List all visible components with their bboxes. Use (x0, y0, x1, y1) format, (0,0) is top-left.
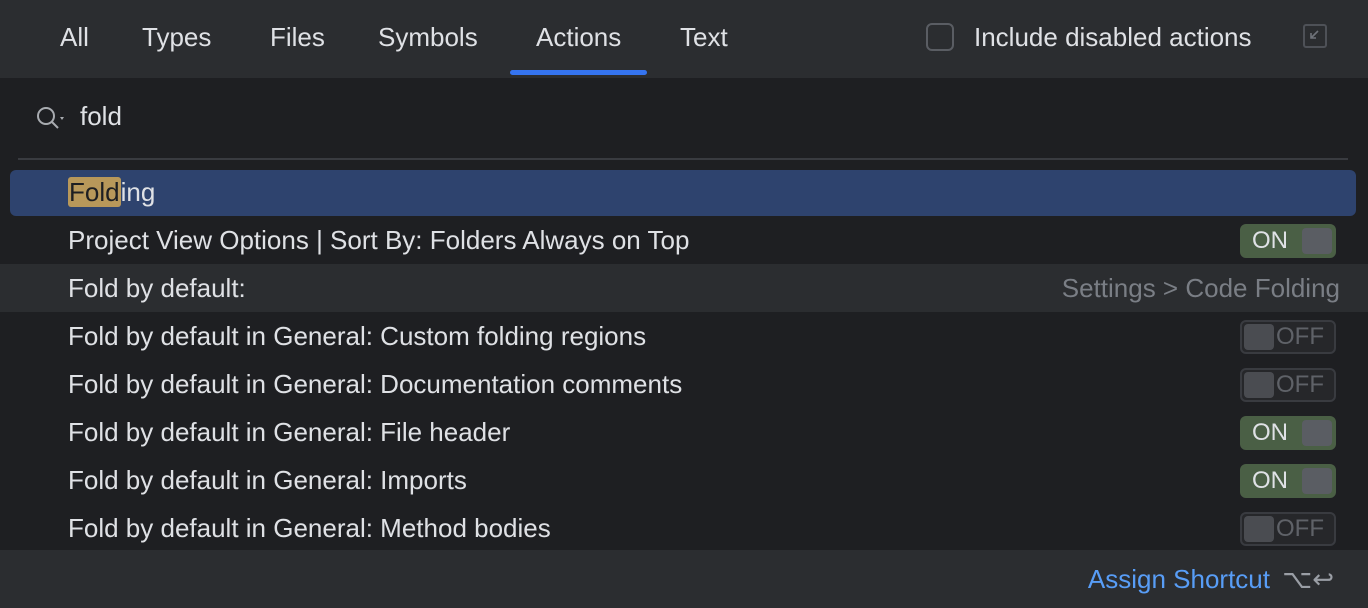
toggle-state: OFF (1276, 323, 1324, 350)
result-row[interactable]: Fold by default in General: Documentatio… (0, 360, 1368, 408)
result-row[interactable]: Fold by default in General: Method bodie… (0, 504, 1368, 552)
toggle-state: ON (1252, 227, 1288, 254)
search-dropdown-icon[interactable] (34, 104, 70, 134)
result-label: Fold by default in General: Method bodie… (68, 513, 551, 543)
result-label: Fold by default: (68, 273, 246, 303)
footer-bar: Assign Shortcut ⌥↩ (0, 550, 1368, 604)
toggle-state: OFF (1276, 515, 1324, 542)
shortcut-hint: ⌥↩ (1282, 564, 1334, 594)
result-label: Fold by default in General: File header (68, 417, 511, 447)
result-row-folding[interactable]: Folding (0, 168, 1368, 216)
include-disabled-label: Include disabled actions (974, 21, 1252, 52)
toggle-switch[interactable]: OFF (1240, 368, 1336, 402)
toggle-state: OFF (1276, 371, 1324, 398)
selection-highlight (10, 170, 1356, 216)
toggle-knob (1244, 516, 1274, 542)
expand-window-icon-glyph (1310, 30, 1319, 39)
search-bar (0, 78, 1368, 158)
tab-actions[interactable]: Actions (509, 0, 648, 78)
tab-files[interactable]: Files (270, 0, 325, 78)
tab-bar: All Types Files Symbols Actions Text Inc… (0, 0, 1368, 78)
toggle-switch[interactable]: ON (1240, 416, 1336, 450)
tab-symbols[interactable]: Symbols (378, 0, 478, 78)
result-label: Folding (68, 168, 155, 216)
match-highlight: Fold (68, 177, 121, 207)
toggle-switch[interactable]: ON (1240, 224, 1336, 258)
result-row[interactable]: Fold by default in General: Custom foldi… (0, 312, 1368, 360)
toggle-switch[interactable]: OFF (1240, 512, 1336, 546)
result-label: Project View Options | Sort By: Folders … (68, 225, 690, 255)
search-input[interactable] (80, 96, 1280, 136)
result-row[interactable]: Fold by default in General: File header … (0, 408, 1368, 456)
toggle-knob (1302, 228, 1332, 254)
expand-window-icon[interactable] (1303, 24, 1327, 48)
result-row[interactable]: Fold by default in General: Imports ON (0, 456, 1368, 504)
result-location-hint: Settings > Code Folding (1061, 273, 1340, 303)
toggle-knob (1244, 324, 1274, 350)
assign-shortcut-link[interactable]: Assign Shortcut (1088, 550, 1270, 608)
include-disabled-option[interactable]: Include disabled actions (926, 20, 1252, 54)
results-list: Folding Project View Options | Sort By: … (0, 168, 1368, 552)
result-label: Fold by default in General: Custom foldi… (68, 321, 647, 351)
result-label: Fold by default in General: Documentatio… (68, 369, 683, 399)
toggle-knob (1302, 420, 1332, 446)
toggle-switch[interactable]: ON (1240, 464, 1336, 498)
result-row[interactable]: Project View Options | Sort By: Folders … (0, 216, 1368, 264)
toggle-state: ON (1252, 419, 1288, 446)
toggle-knob (1244, 372, 1274, 398)
tab-all[interactable]: All (60, 0, 89, 78)
tab-types[interactable]: Types (142, 0, 211, 78)
result-row-group[interactable]: Fold by default: Settings > Code Folding (0, 264, 1368, 312)
result-label-rest: ing (120, 177, 156, 207)
toggle-state: ON (1252, 467, 1288, 494)
tab-text[interactable]: Text (680, 0, 728, 78)
toggle-knob (1302, 468, 1332, 494)
search-divider (18, 158, 1348, 160)
toggle-switch[interactable]: OFF (1240, 320, 1336, 354)
results-panel: Folding Project View Options | Sort By: … (0, 78, 1368, 550)
result-label: Fold by default in General: Imports (68, 465, 467, 495)
include-disabled-checkbox[interactable] (926, 23, 954, 51)
